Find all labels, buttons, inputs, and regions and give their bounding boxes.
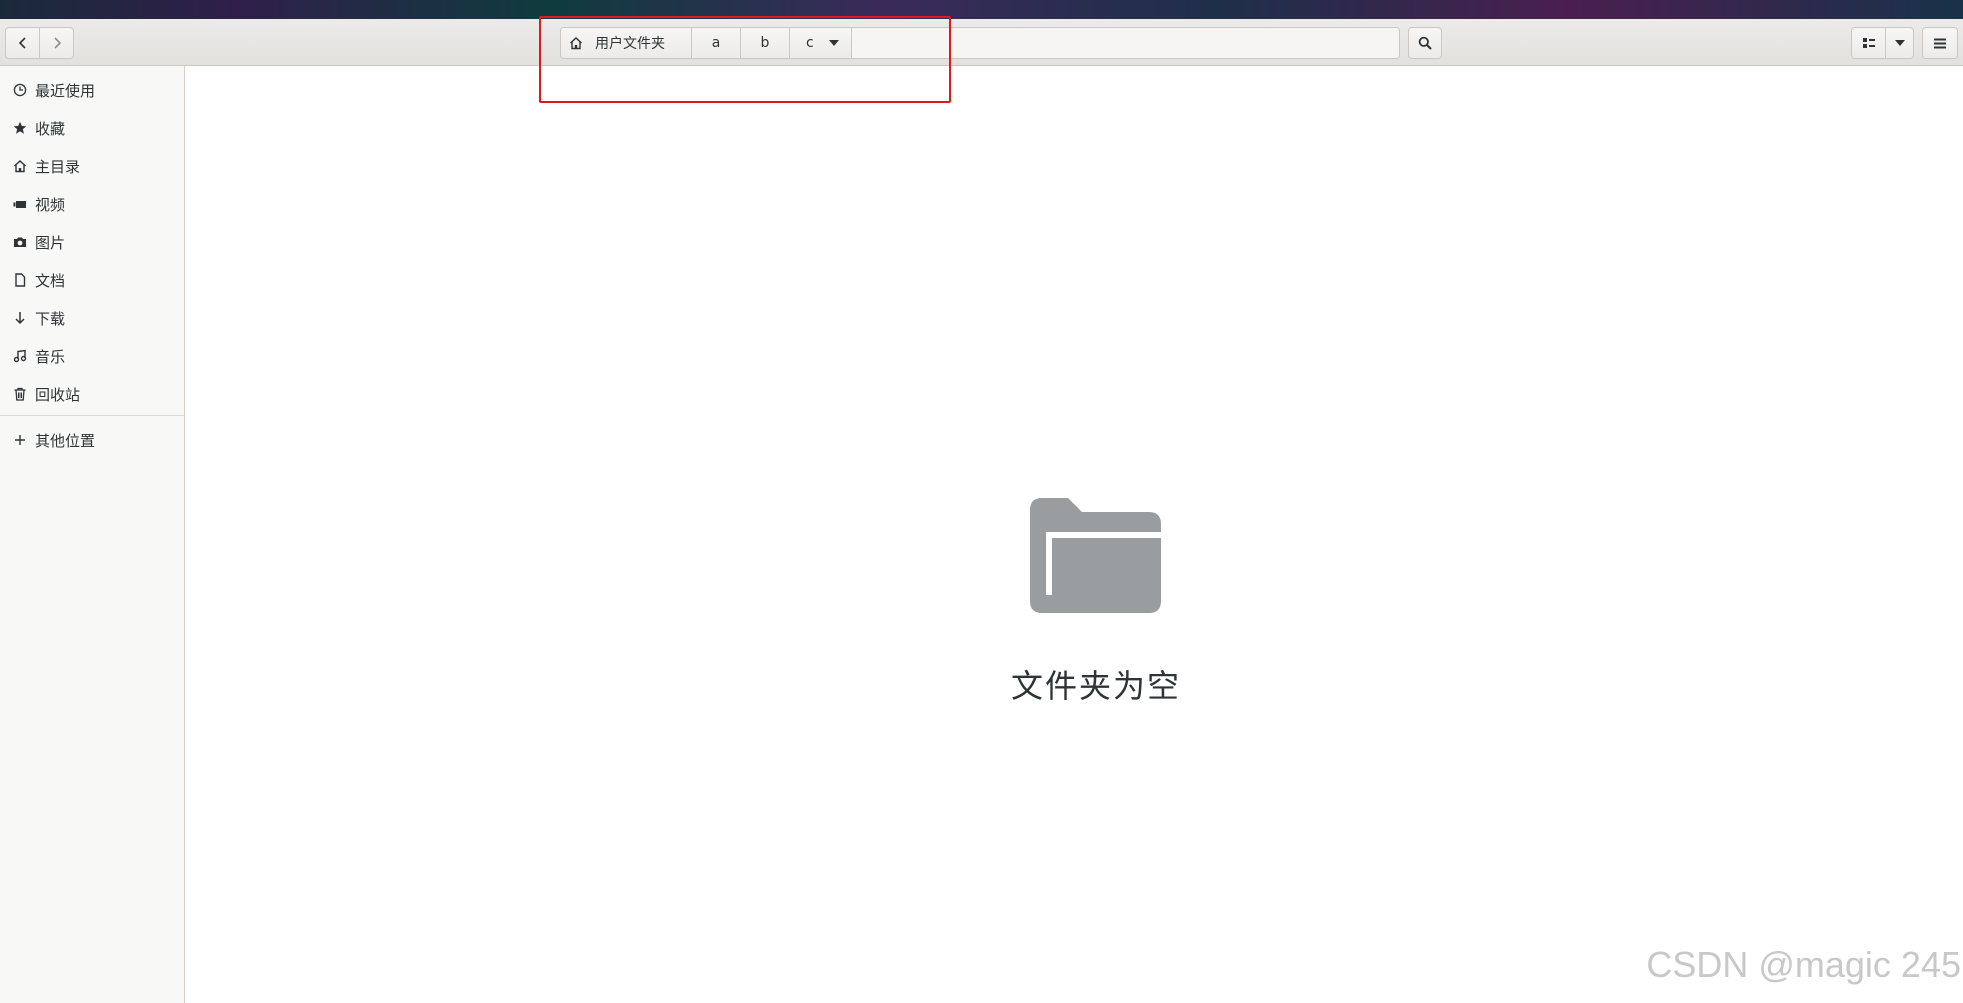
annotation-highlight-box: [539, 16, 951, 103]
clock-icon: [12, 82, 28, 98]
sidebar-item-home[interactable]: 主目录: [0, 149, 184, 183]
sidebar-item-trash[interactable]: 回收站: [0, 377, 184, 411]
header-bar: 用户文件夹 a b c: [0, 19, 1963, 66]
sidebar-item-label: 其他位置: [35, 431, 96, 450]
view-toggle-button[interactable]: [1851, 27, 1886, 59]
sidebar-item-label: 主目录: [35, 157, 81, 176]
download-icon: [12, 310, 28, 326]
camera-icon: [12, 234, 28, 250]
sidebar-item-recent[interactable]: 最近使用: [0, 73, 184, 107]
sidebar-separator: [0, 415, 184, 416]
music-icon: [12, 348, 28, 364]
view-options-button[interactable]: [1885, 27, 1914, 59]
hamburger-icon: [1934, 38, 1946, 48]
video-icon: [12, 196, 28, 212]
sidebar-item-music[interactable]: 音乐: [0, 339, 184, 373]
sidebar-item-label: 下载: [35, 309, 66, 328]
sidebar-item-label: 收藏: [35, 119, 66, 138]
trash-icon: [12, 386, 28, 402]
sidebar-item-other-locations[interactable]: 其他位置: [0, 423, 184, 457]
chevron-left-icon: [18, 37, 26, 49]
list-view-icon: [1862, 38, 1875, 48]
document-icon: [12, 272, 28, 288]
chevron-down-icon: [1894, 40, 1905, 46]
main-menu-button[interactable]: [1922, 27, 1958, 59]
sidebar-item-label: 视频: [35, 195, 66, 214]
search-icon: [1418, 36, 1432, 50]
watermark-text: CSDN @magic 245: [1646, 944, 1961, 985]
sidebar-item-downloads[interactable]: 下载: [0, 301, 184, 335]
sidebar-item-label: 音乐: [35, 347, 66, 366]
sidebar-item-pictures[interactable]: 图片: [0, 225, 184, 259]
plus-icon: [12, 432, 28, 448]
sidebar-item-label: 文档: [35, 271, 66, 290]
sidebar: 最近使用 收藏 主目录 视频 图片 文档 下载 音乐 回收站 其他位置: [0, 66, 185, 1003]
forward-button[interactable]: [39, 27, 74, 59]
chevron-right-icon: [53, 37, 61, 49]
sidebar-item-label: 最近使用: [35, 81, 96, 100]
star-icon: [12, 120, 28, 136]
empty-folder-label: 文件夹为空: [1010, 667, 1181, 705]
sidebar-item-documents[interactable]: 文档: [0, 263, 184, 297]
sidebar-item-label: 回收站: [35, 385, 81, 404]
sidebar-item-starred[interactable]: 收藏: [0, 111, 184, 145]
search-button[interactable]: [1408, 27, 1442, 59]
sidebar-item-label: 图片: [35, 233, 66, 252]
folder-icon: [1030, 498, 1161, 613]
sidebar-item-videos[interactable]: 视频: [0, 187, 184, 221]
desktop-wallpaper-strip: [0, 0, 1963, 19]
home-icon: [12, 158, 28, 174]
back-button[interactable]: [5, 27, 40, 59]
